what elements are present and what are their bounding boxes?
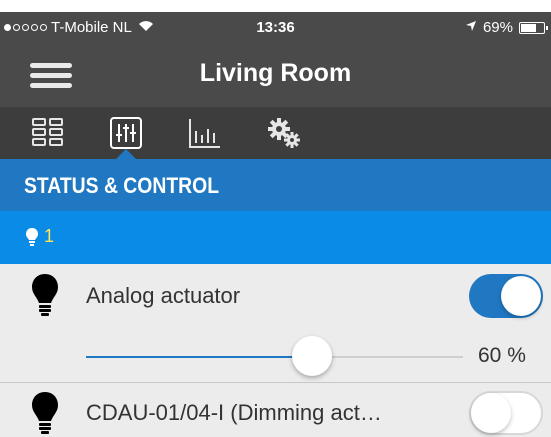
active-tab-indicator xyxy=(116,149,136,159)
slider-fill xyxy=(86,356,313,358)
status-bar: T-Mobile NL 13:36 69% xyxy=(0,12,551,45)
group-count: 1 xyxy=(44,226,55,246)
toggle-knob xyxy=(501,276,541,316)
gear-icon xyxy=(268,118,300,148)
bulb-icon xyxy=(26,228,38,251)
tab-status-control[interactable] xyxy=(108,115,144,151)
app-frame: T-Mobile NL 13:36 69% Living Room STATUS… xyxy=(0,0,551,437)
slider-handle[interactable] xyxy=(292,336,333,376)
tab-overview[interactable] xyxy=(30,115,66,151)
section-title: STATUS & CONTROL xyxy=(24,173,220,198)
dimmer-slider[interactable] xyxy=(86,336,463,376)
battery-fill xyxy=(521,23,536,32)
toggle-knob xyxy=(471,393,511,433)
device-label: CDAU-01/04-I (Dimming act… xyxy=(86,400,382,425)
status-right: 69% xyxy=(465,19,548,36)
tab-statistics[interactable] xyxy=(186,115,222,151)
slider-value: 60 % xyxy=(478,344,526,367)
section-header: STATUS & CONTROL xyxy=(0,159,551,211)
group-row[interactable]: 1 xyxy=(0,211,551,264)
bar-chart-icon xyxy=(189,119,220,148)
grid-icon xyxy=(32,118,63,146)
location-arrow-icon xyxy=(465,19,477,36)
tab-bar xyxy=(0,107,551,159)
page-title: Living Room xyxy=(199,59,352,87)
tab-settings[interactable] xyxy=(266,115,302,151)
navigation-bar: Living Room xyxy=(0,45,551,107)
battery-percent: 69% xyxy=(482,19,513,36)
battery-icon xyxy=(519,21,548,34)
divider xyxy=(0,382,551,383)
bulb-icon xyxy=(32,392,58,437)
bulb-icon xyxy=(32,274,58,321)
sliders-icon xyxy=(110,117,142,149)
device-label: Analog actuator xyxy=(86,283,241,308)
power-toggle[interactable] xyxy=(469,274,543,318)
power-toggle[interactable] xyxy=(469,391,543,435)
